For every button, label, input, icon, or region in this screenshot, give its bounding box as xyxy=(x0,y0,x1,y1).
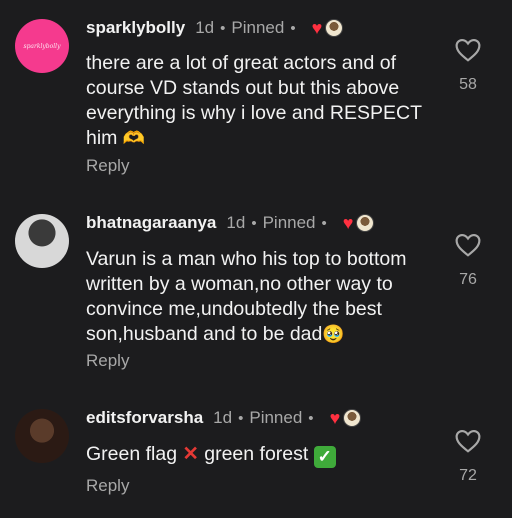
like-button[interactable]: 76 xyxy=(450,233,486,289)
check-mark-icon: ✓ xyxy=(313,446,336,468)
like-count: 72 xyxy=(459,467,477,484)
comment-text: Green flag ✕ green forest ✓ xyxy=(86,442,436,468)
username[interactable]: bhatnagaraanya xyxy=(86,213,216,233)
avatar[interactable] xyxy=(15,409,69,463)
heart-filled-icon: ♥ xyxy=(342,212,354,233)
reply-button[interactable]: Reply xyxy=(86,476,129,496)
pinned-label: Pinned xyxy=(262,213,316,232)
separator-dot: • xyxy=(251,214,257,232)
separator-dot: • xyxy=(290,19,296,37)
heart-outline-icon[interactable] xyxy=(455,429,481,453)
username[interactable]: sparklybolly xyxy=(86,18,185,38)
separator-dot: • xyxy=(238,409,244,427)
like-button[interactable]: 72 xyxy=(450,429,486,485)
timestamp: 1d xyxy=(195,18,215,37)
heart-outline-icon[interactable] xyxy=(455,38,481,62)
creator-avatar xyxy=(343,409,362,427)
username[interactable]: editsforvarsha xyxy=(86,408,203,428)
heart-filled-icon: ♥ xyxy=(329,407,341,428)
heart-hands-icon: 🫶 xyxy=(122,128,146,148)
separator-dot: • xyxy=(308,409,314,427)
like-count: 58 xyxy=(459,76,477,93)
timestamp: 1d xyxy=(213,408,233,427)
avatar[interactable]: sparklybolly xyxy=(15,19,69,73)
heart-outline-icon[interactable] xyxy=(455,233,481,257)
timestamp: 1d xyxy=(226,213,246,232)
pinned-label: Pinned xyxy=(249,408,303,427)
reply-button[interactable]: Reply xyxy=(86,351,129,371)
cross-mark-icon: ✕ xyxy=(182,443,199,465)
pinned-label: Pinned xyxy=(231,18,285,37)
avatar-text: sparklybolly xyxy=(23,42,61,50)
separator-dot: • xyxy=(321,214,327,232)
comment-text: Varun is a man who his top to bottom wri… xyxy=(86,248,407,345)
like-button[interactable]: 58 xyxy=(450,38,486,94)
pleading-face-icon: 🥹 xyxy=(322,324,345,344)
like-count: 76 xyxy=(459,271,477,288)
creator-avatar xyxy=(356,214,375,232)
creator-avatar xyxy=(325,19,344,37)
avatar[interactable] xyxy=(15,214,69,268)
reply-button[interactable]: Reply xyxy=(86,156,129,176)
separator-dot: • xyxy=(220,19,226,37)
comment-text: there are a lot of great actors and of c… xyxy=(86,52,422,149)
heart-filled-icon: ♥ xyxy=(311,17,323,38)
